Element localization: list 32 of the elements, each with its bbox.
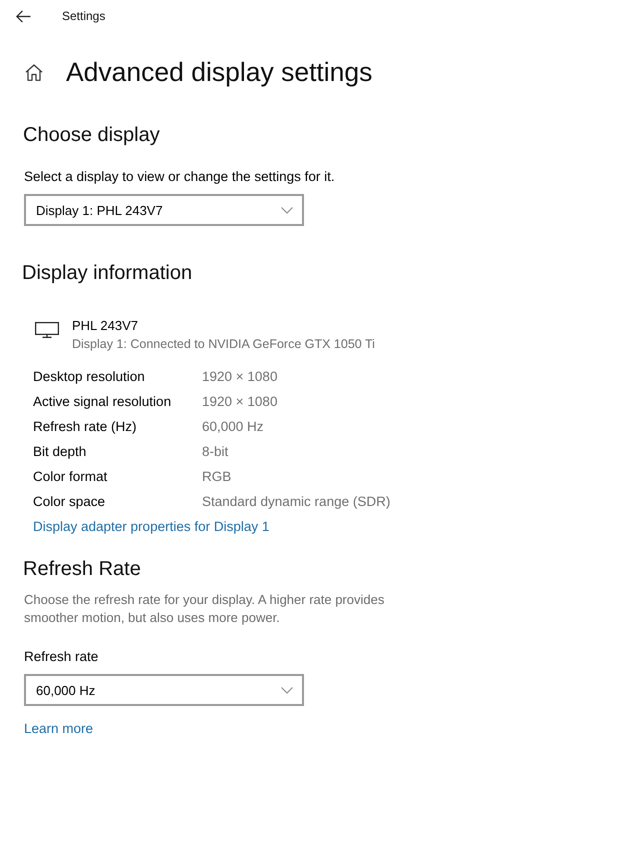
chevron-down-icon	[281, 686, 293, 694]
section-heading: Refresh Rate	[23, 557, 141, 582]
monitor-connection-text: Display 1: Connected to NVIDIA GeForce GTX 1050 Ti	[72, 336, 375, 353]
window-title: Settings	[62, 8, 106, 24]
display-dropdown[interactable]: Display 1: PHL 243V7	[24, 194, 304, 226]
back-arrow-icon	[16, 10, 31, 22]
info-label: Active signal resolution	[33, 393, 172, 411]
section-heading: Display information	[22, 261, 192, 286]
info-label: Color space	[33, 493, 106, 511]
learn-more-link[interactable]: Learn more	[24, 719, 94, 739]
info-value: 60,000 Hz	[202, 418, 264, 436]
description-text: Choose the refresh rate for your display. A higher rate provides smoother motion, but also uses more power.	[24, 591, 386, 627]
home-icon[interactable]	[25, 64, 43, 80]
adapter-properties-link[interactable]: Display adapter properties for Display 1	[33, 514, 270, 539]
info-value: 1920 × 1080	[202, 368, 278, 386]
chevron-down-icon	[281, 206, 293, 214]
info-label: Refresh rate (Hz)	[33, 418, 137, 436]
info-label: Desktop resolution	[33, 368, 145, 386]
refresh-rate-dropdown[interactable]: 60,000 Hz	[24, 674, 304, 706]
monitor-name: PHL 243V7	[72, 317, 138, 335]
info-label: Color format	[33, 468, 108, 486]
instruction-text: Select a display to view or change the settings for it.	[24, 168, 335, 186]
info-value: Standard dynamic range (SDR)	[202, 493, 390, 511]
back-button[interactable]	[16, 10, 31, 22]
page-title: Advanced display settings	[66, 56, 372, 89]
info-value: RGB	[202, 468, 232, 486]
section-heading: Choose display	[23, 123, 160, 148]
info-value: 1920 × 1080	[202, 393, 278, 411]
info-label: Bit depth	[33, 443, 86, 461]
field-label: Refresh rate	[24, 648, 98, 666]
monitor-icon	[35, 322, 59, 338]
info-value: 8-bit	[202, 443, 228, 461]
